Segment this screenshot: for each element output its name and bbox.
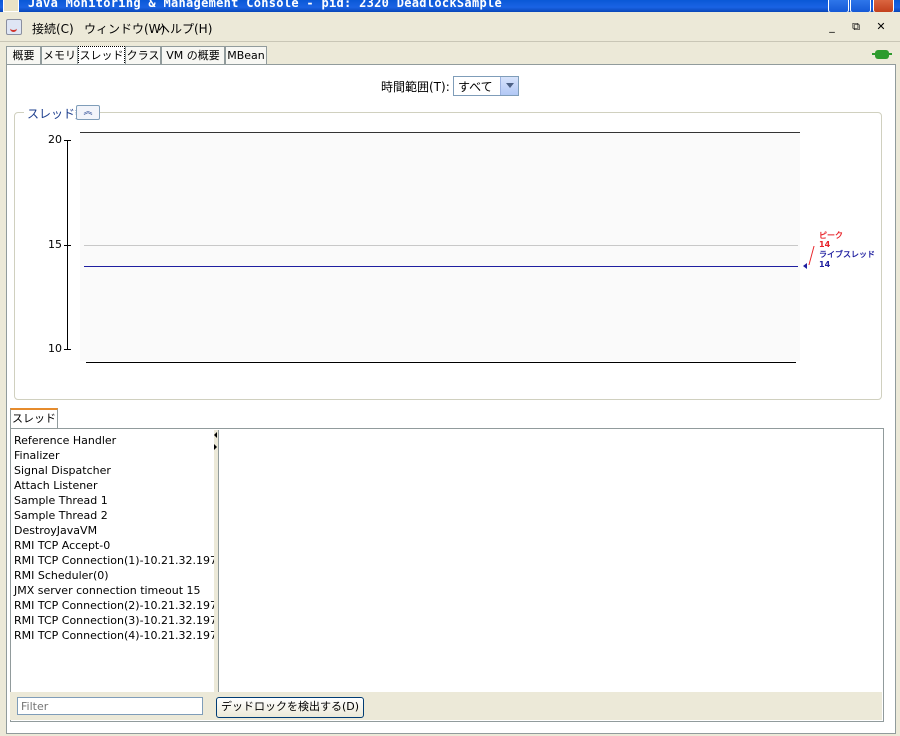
inner-close-button[interactable]: ✕ bbox=[873, 19, 889, 35]
tab-memory[interactable]: メモリ bbox=[41, 46, 78, 64]
y-tick bbox=[64, 245, 71, 246]
menu-connection[interactable]: 接続(C) bbox=[32, 20, 74, 37]
peak-legend-label: ピーク bbox=[819, 231, 843, 240]
thread-list-item[interactable]: RMI TCP Connection(4)-10.21.32.197 bbox=[14, 628, 217, 643]
live-threads-series-line bbox=[84, 266, 798, 267]
thread-list-item[interactable]: Sample Thread 2 bbox=[14, 508, 214, 523]
window-title: Java Monitoring & Management Console - p… bbox=[28, 0, 503, 10]
live-threads-value-label: 14 bbox=[819, 260, 831, 269]
chevron-down-icon[interactable] bbox=[500, 77, 518, 95]
y-tick bbox=[64, 349, 71, 350]
time-range-select[interactable]: すべて bbox=[453, 76, 519, 96]
thread-list-item[interactable]: Finalizer bbox=[14, 448, 214, 463]
thread-list-item[interactable]: Attach Listener bbox=[14, 478, 214, 493]
tab-classes[interactable]: クラス bbox=[125, 46, 161, 64]
live-threads-legend-label: ライブスレッド bbox=[819, 250, 875, 259]
thread-list-item[interactable]: JMX server connection timeout 15 bbox=[14, 583, 214, 598]
thread-list-item[interactable]: Signal Dispatcher bbox=[14, 463, 214, 478]
y-tick bbox=[64, 140, 71, 141]
window-close-button[interactable] bbox=[873, 0, 894, 12]
thread-list-item[interactable]: RMI TCP Accept-0 bbox=[14, 538, 214, 553]
java-app-icon bbox=[3, 0, 19, 12]
live-threads-marker bbox=[803, 263, 807, 269]
thread-list-item[interactable]: Reference Handler bbox=[14, 433, 214, 448]
inner-minimize-button[interactable]: _ bbox=[824, 19, 840, 35]
time-range-label: 時間範囲(T): bbox=[381, 80, 450, 94]
menubar: 接続(C) ウィンドウ(W) ヘルプ(H) _ ⧉ ✕ bbox=[0, 13, 900, 42]
thread-list-item[interactable]: Sample Thread 1 bbox=[14, 493, 214, 508]
inner-restore-button[interactable]: ⧉ bbox=[848, 19, 864, 35]
thread-detail-area bbox=[218, 430, 883, 692]
thread-list-item[interactable]: DestroyJavaVM bbox=[14, 523, 214, 538]
thread-list-item[interactable]: RMI TCP Connection(2)-10.21.32.197 bbox=[14, 598, 217, 613]
tab-overview[interactable]: 概要 bbox=[6, 46, 41, 64]
thread-chart-plot-area bbox=[80, 132, 800, 361]
time-range-value: すべて bbox=[458, 80, 493, 94]
thread-list-item[interactable]: RMI Scheduler(0) bbox=[14, 568, 214, 583]
java-cup-icon[interactable] bbox=[6, 19, 22, 35]
chart-x-axis bbox=[86, 362, 796, 363]
thread-list: Reference Handler Finalizer Signal Dispatc… bbox=[14, 433, 217, 643]
y-tick-label: 10 bbox=[48, 342, 62, 355]
y-tick-label: 20 bbox=[48, 133, 62, 146]
peak-value-label: 14 bbox=[819, 240, 831, 249]
thread-list-item[interactable]: RMI TCP Connection(3)-10.21.32.197 bbox=[14, 613, 217, 628]
window-minimize-button[interactable] bbox=[828, 0, 849, 12]
thread-list-item[interactable]: RMI TCP Connection(1)-10.21.32.197 bbox=[14, 553, 217, 568]
tab-thread-list[interactable]: スレッド bbox=[10, 408, 58, 430]
tab-vm-summary[interactable]: VM の概要 bbox=[161, 46, 225, 64]
tab-mbean[interactable]: MBean bbox=[225, 46, 267, 64]
menu-window[interactable]: ウィンドウ(W) bbox=[84, 20, 165, 37]
window-titlebar: Java Monitoring & Management Console - p… bbox=[0, 0, 900, 12]
y-tick-label: 15 bbox=[48, 238, 62, 251]
detect-deadlock-button[interactable]: デッドロックを検出する(D) bbox=[216, 697, 364, 718]
thread-filter-input[interactable] bbox=[17, 697, 203, 715]
menu-help[interactable]: ヘルプ(H) bbox=[158, 20, 212, 37]
grid-line bbox=[84, 245, 798, 246]
window-maximize-button[interactable] bbox=[850, 0, 871, 12]
tab-threads[interactable]: スレッド bbox=[78, 46, 125, 65]
double-chevron-up-icon[interactable]: ︽ bbox=[76, 105, 100, 120]
connection-plug-icon bbox=[872, 50, 892, 59]
